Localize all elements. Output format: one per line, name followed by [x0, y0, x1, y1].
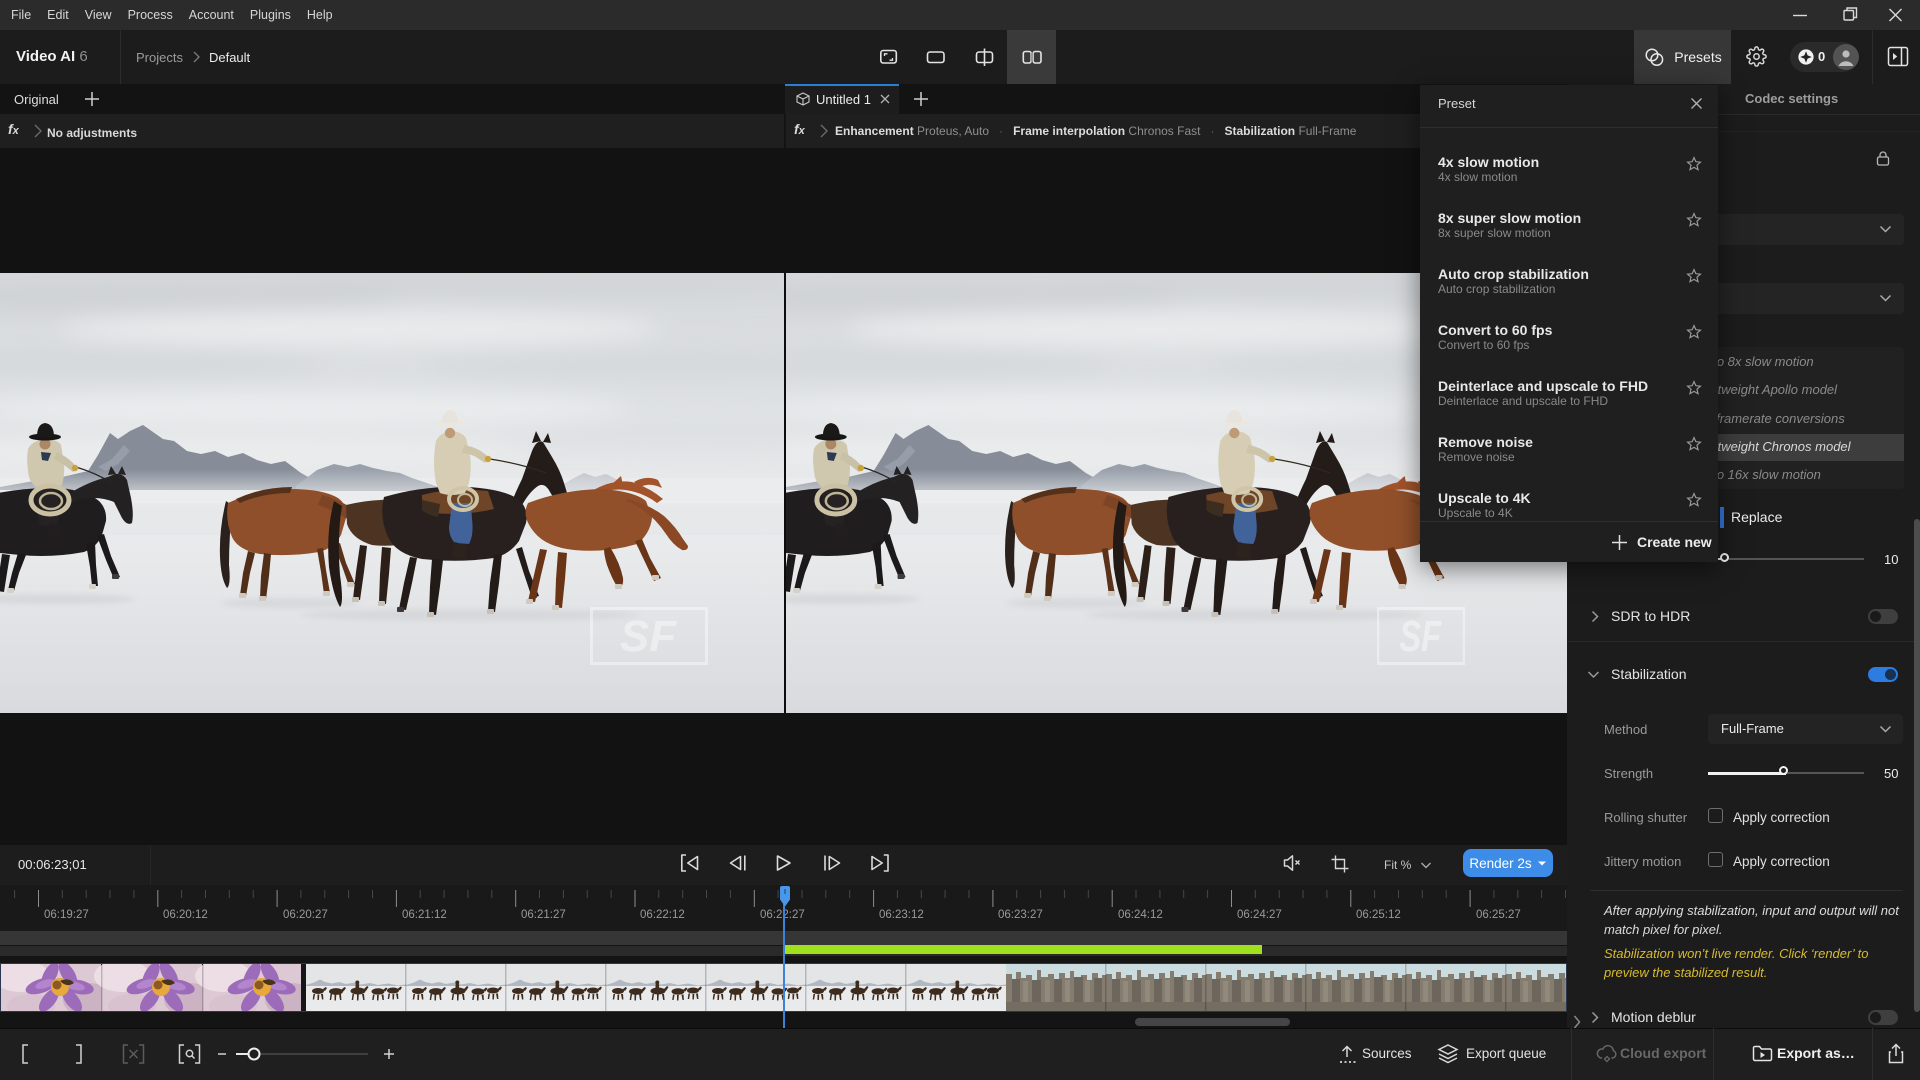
- svg-text:06:23:12: 06:23:12: [879, 909, 924, 921]
- svg-text:06:20:12: 06:20:12: [163, 909, 208, 921]
- svg-text:06:21:12: 06:21:12: [402, 909, 447, 921]
- svg-text:06:24:27: 06:24:27: [1237, 909, 1282, 921]
- svg-text:06:24:12: 06:24:12: [1118, 909, 1163, 921]
- svg-text:06:20:27: 06:20:27: [283, 909, 328, 921]
- svg-text:06:22:12: 06:22:12: [640, 909, 685, 921]
- svg-text:06:21:27: 06:21:27: [521, 909, 566, 921]
- svg-text:06:19:27: 06:19:27: [44, 909, 89, 921]
- svg-text:06:25:12: 06:25:12: [1356, 909, 1401, 921]
- svg-text:06:23:27: 06:23:27: [998, 909, 1043, 921]
- svg-text:06:25:27: 06:25:27: [1476, 909, 1521, 921]
